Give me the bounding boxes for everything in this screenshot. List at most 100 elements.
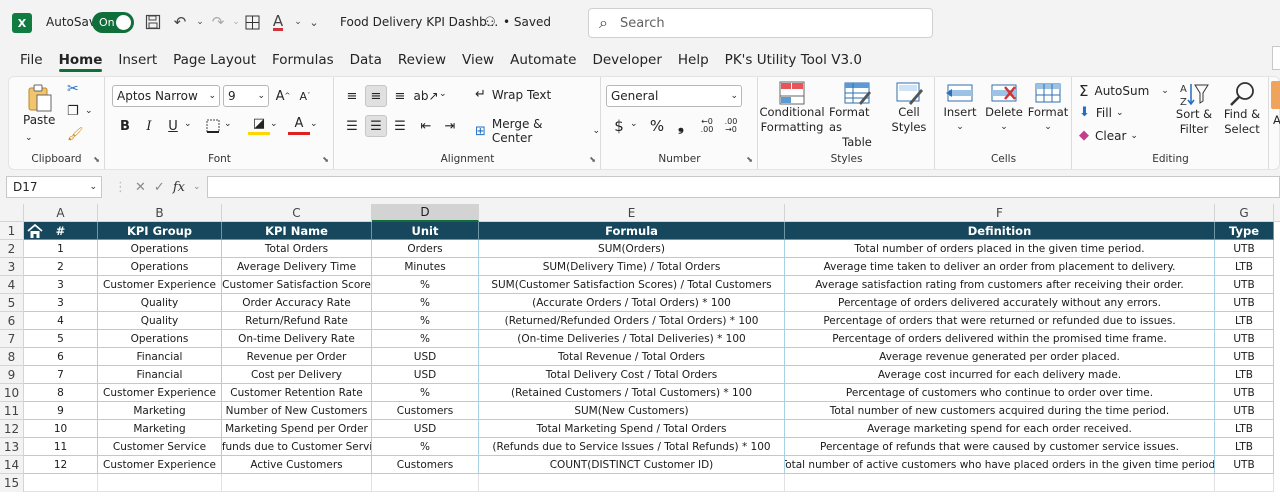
column-header-b[interactable]: B [98, 204, 222, 222]
cell-type[interactable]: LTB [1215, 438, 1274, 456]
undo-icon[interactable]: ↶ [170, 12, 190, 32]
format-cells-button[interactable]: Format ⌄ [1028, 81, 1068, 135]
align-right-icon[interactable]: ☰ [389, 115, 411, 137]
cancel-icon[interactable]: ✕ [135, 180, 146, 195]
undo-dropdown-icon[interactable]: ⌄ [190, 12, 210, 32]
alignment-launcher-icon[interactable]: ⬊ [589, 155, 596, 164]
cell-unit[interactable]: Customers [372, 456, 479, 474]
copy-icon[interactable]: ❐ [67, 104, 79, 119]
cell-formula[interactable]: SUM(New Customers) [479, 402, 785, 420]
cell-unit[interactable]: % [372, 276, 479, 294]
cell-kpi-group[interactable]: Customer Service [98, 438, 222, 456]
tab-help[interactable]: Help [678, 52, 709, 68]
cell-type[interactable]: LTB [1215, 420, 1274, 438]
row-header[interactable]: 13 [0, 438, 24, 456]
cell-num[interactable]: 10 [24, 420, 98, 438]
cell-kpi-group[interactable]: Operations [98, 258, 222, 276]
comma-style-icon[interactable]: ❟ [670, 115, 692, 137]
cell-definition[interactable]: Percentage of refunds that were caused b… [785, 438, 1215, 456]
cell-type[interactable]: LTB [1215, 312, 1274, 330]
document-title[interactable]: Food Delivery KPI Dashb... [340, 15, 498, 29]
empty-cell[interactable] [24, 474, 98, 492]
header-cell-type[interactable]: Type [1215, 222, 1274, 240]
number-launcher-icon[interactable]: ⬊ [746, 155, 753, 164]
row-header[interactable]: 4 [0, 276, 24, 294]
enter-check-icon[interactable]: ✓ [154, 180, 165, 195]
decrease-decimal-icon[interactable]: .00 →0 [720, 115, 742, 137]
tab-page-layout[interactable]: Page Layout [173, 52, 256, 68]
cell-formula[interactable]: (Refunds due to Service Issues / Total R… [479, 438, 785, 456]
underline-button[interactable]: U [162, 115, 184, 137]
decrease-font-icon[interactable]: Aˇ [294, 85, 316, 107]
cell-num[interactable]: 11 [24, 438, 98, 456]
customize-toolbar-icon[interactable]: ⌄ [304, 12, 324, 32]
cell-kpi-group[interactable]: Financial [98, 348, 222, 366]
autosave-toggle[interactable]: On [92, 12, 134, 33]
saved-status[interactable]: • Saved [503, 15, 551, 29]
cell-type[interactable]: UTB [1215, 384, 1274, 402]
cell-type[interactable]: UTB [1215, 276, 1274, 294]
cell-kpi-group[interactable]: Quality [98, 294, 222, 312]
cell-definition[interactable]: Average time taken to deliver an order f… [785, 258, 1215, 276]
borders-dropdown-icon[interactable]: ⌄ [224, 119, 232, 129]
cell-kpi-group[interactable]: Marketing [98, 420, 222, 438]
increase-decimal-icon[interactable]: ←0.00 [696, 115, 718, 137]
header-cell-unit[interactable]: Unit [372, 222, 479, 240]
clipboard-launcher-icon[interactable]: ⬊ [93, 155, 100, 164]
clear-button[interactable]: ◆ Clear ⌄ [1079, 128, 1138, 143]
align-bottom-icon[interactable]: ≡ [389, 85, 411, 107]
tab-utility-tool[interactable]: PK's Utility Tool V3.0 [725, 52, 862, 68]
cell-type[interactable]: UTB [1215, 456, 1274, 474]
cell-unit[interactable]: USD [372, 420, 479, 438]
column-header-a[interactable]: A [24, 204, 98, 222]
find-select-button[interactable]: Find & Select [1219, 81, 1265, 137]
row-header[interactable]: 8 [0, 348, 24, 366]
cell-formula[interactable]: SUM(Customer Satisfaction Scores) / Tota… [479, 276, 785, 294]
column-header-f[interactable]: F [785, 204, 1215, 222]
cell-num[interactable]: 12 [24, 456, 98, 474]
cell-type[interactable]: UTB [1215, 348, 1274, 366]
tab-file[interactable]: File [20, 52, 43, 68]
tab-view[interactable]: View [462, 52, 494, 68]
cell-kpi-group[interactable]: Customer Experience [98, 456, 222, 474]
row-header[interactable]: 5 [0, 294, 24, 312]
wrap-text-button[interactable]: ↵ Wrap Text [475, 87, 551, 102]
empty-cell[interactable] [1215, 474, 1274, 492]
share-person-icon[interactable]: ⚇ [480, 12, 500, 32]
borders-icon[interactable] [242, 12, 262, 32]
cell-kpi-name[interactable]: Marketing Spend per Order [222, 420, 372, 438]
align-middle-icon[interactable]: ≡ [365, 85, 387, 107]
select-all-corner[interactable] [0, 204, 24, 222]
tab-formulas[interactable]: Formulas [272, 52, 334, 68]
tab-review[interactable]: Review [398, 52, 446, 68]
cell-type[interactable]: UTB [1215, 330, 1274, 348]
increase-font-icon[interactable]: A ^ [272, 85, 294, 107]
cell-formula[interactable]: Total Revenue / Total Orders [479, 348, 785, 366]
row-header[interactable]: 11 [0, 402, 24, 420]
empty-cell[interactable] [372, 474, 479, 492]
cell-type[interactable]: UTB [1215, 294, 1274, 312]
insert-function-icon[interactable]: fx [173, 180, 185, 195]
cell-formula[interactable]: (On-time Deliveries / Total Deliveries) … [479, 330, 785, 348]
cell-formula[interactable]: (Returned/Refunded Orders / Total Orders… [479, 312, 785, 330]
align-center-icon[interactable]: ☰ [365, 115, 387, 137]
font-name-dropdown[interactable]: Aptos Narrow ⌄ [112, 85, 220, 107]
align-left-icon[interactable]: ☰ [341, 115, 363, 137]
fill-button[interactable]: ⬇ Fill ⌄ [1079, 105, 1123, 120]
cell-unit[interactable]: USD [372, 348, 479, 366]
cell-styles-button[interactable]: Cell Styles [887, 81, 931, 135]
cell-formula[interactable]: (Accurate Orders / Total Orders) * 100 [479, 294, 785, 312]
cell-kpi-name[interactable]: Revenue per Order [222, 348, 372, 366]
cell-unit[interactable]: % [372, 384, 479, 402]
align-top-icon[interactable]: ≡ [341, 85, 363, 107]
font-color-dropdown-icon[interactable]: ⌄ [310, 119, 318, 129]
header-cell-definition[interactable]: Definition [785, 222, 1215, 240]
increase-indent-icon[interactable]: ⇥ [439, 115, 461, 137]
cell-num[interactable]: 7 [24, 366, 98, 384]
column-header-d[interactable]: D [372, 204, 479, 222]
row-header[interactable]: 3 [0, 258, 24, 276]
redo-icon[interactable]: ↷ [208, 12, 228, 32]
cell-formula[interactable]: SUM(Orders) [479, 240, 785, 258]
currency-dropdown-icon[interactable]: ⌄ [630, 119, 638, 129]
cell-type[interactable]: LTB [1215, 366, 1274, 384]
